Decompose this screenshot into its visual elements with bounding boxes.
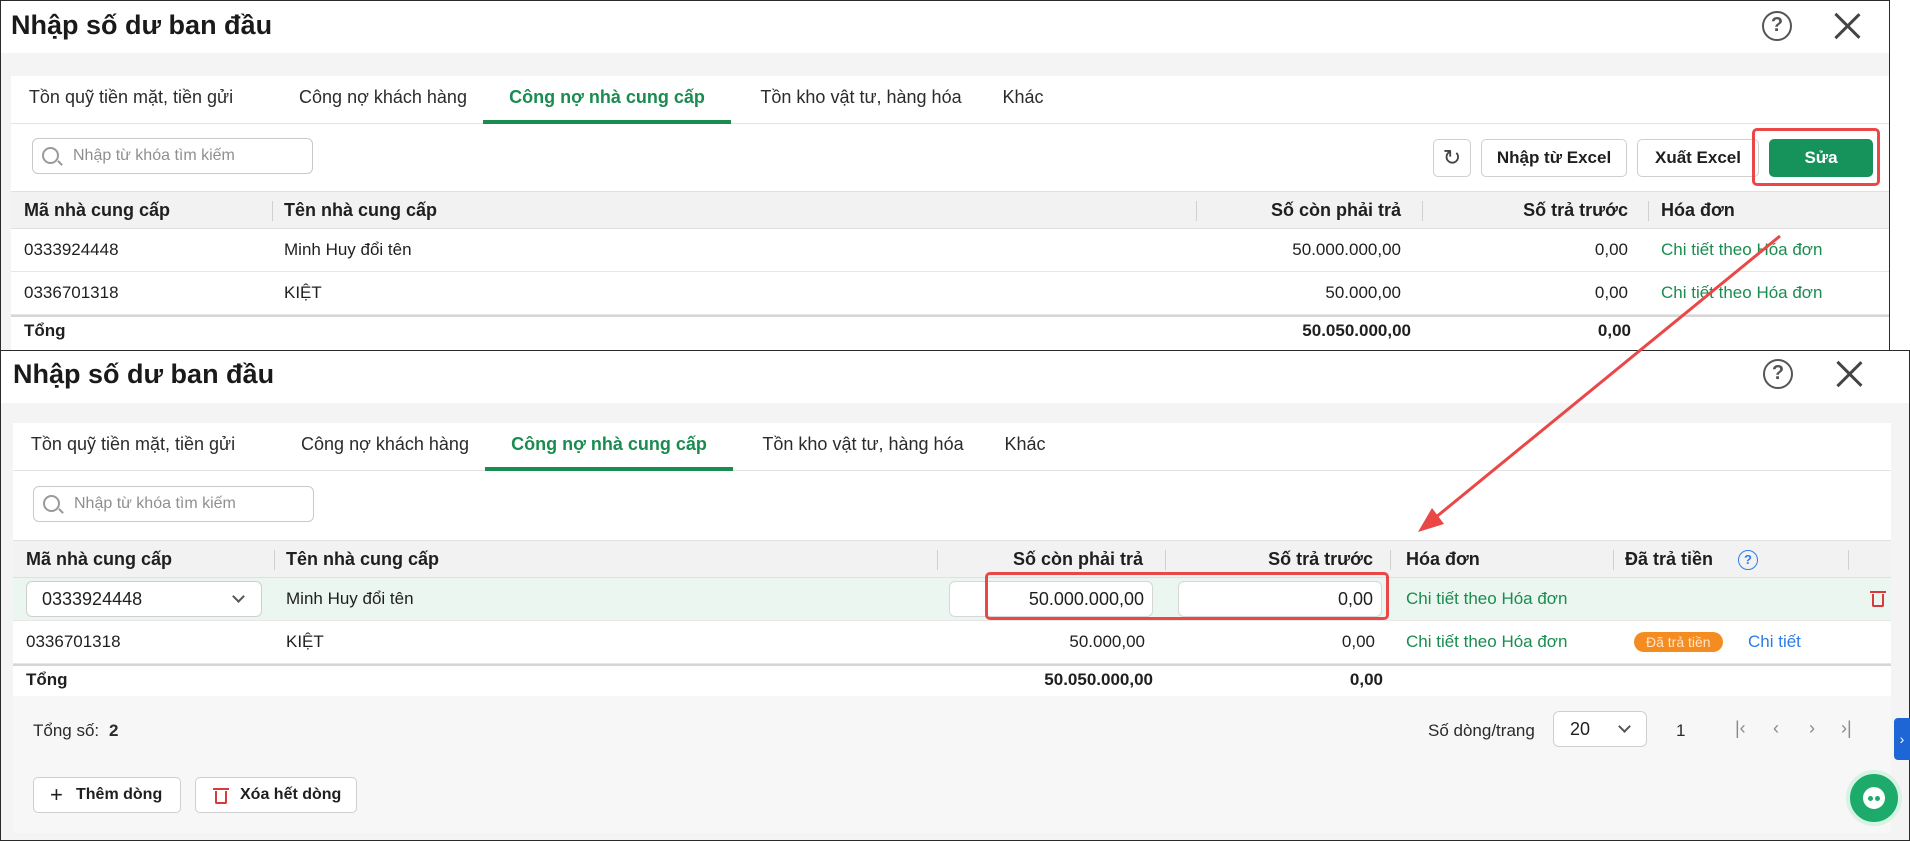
screenshot-canvas: Nhập số dư ban đầu ? Tồn quỹ tiền mặt, t… <box>0 0 1910 841</box>
annotation-arrow <box>1418 234 1781 532</box>
